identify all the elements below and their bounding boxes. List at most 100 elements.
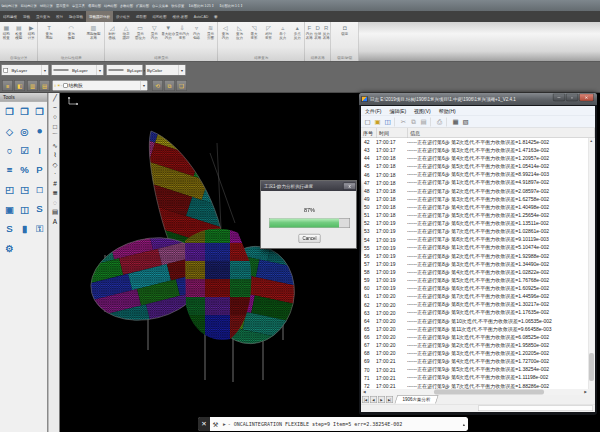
plotstyle-combo[interactable]: ByColor▼ — [145, 65, 186, 76]
palette-tool-2[interactable]: ❒ — [33, 105, 46, 118]
vstrip-tool-2[interactable]: ○ — [49, 112, 60, 122]
ribbon-button-2-1[interactable]: △动态 跟踪 — [119, 23, 133, 40]
layer-states-button[interactable]: ◧ — [14, 80, 25, 91]
vstrip-tool-8[interactable]: · — [49, 169, 60, 179]
ribbon-button-4-1[interactable]: D位移 表格 — [314, 23, 323, 40]
log-option2-icon[interactable]: ▧ — [461, 117, 470, 126]
menu-item-5[interactable]: 通用绘图 — [87, 3, 103, 8]
palette-tool-21[interactable]: ⚙ — [3, 242, 16, 255]
command-text[interactable]: - ONCALINTEGRATION_FLEXIBLE step=9 Item=… — [228, 421, 463, 427]
menu-item-0[interactable]: 钢结构计算 — [0, 3, 19, 8]
palette-tool-17[interactable]: S — [33, 203, 46, 216]
vstrip-tool-13[interactable]: A — [49, 217, 60, 227]
ribbon-tab-1[interactable]: 荷载 — [20, 11, 33, 22]
ribbon-button-2-0[interactable]: ◿时程 曲线 — [105, 23, 119, 40]
ribbon-button-0-2[interactable]: ▶结构 计算 — [25, 23, 38, 40]
palette-tool-8[interactable]: I — [33, 144, 46, 157]
ribbon-tab-0[interactable]: 结构建模 — [0, 11, 20, 22]
layer-isolate-button[interactable]: ▥ — [27, 80, 38, 91]
ribbon-button-3-4[interactable]: ▵单个 反力 — [276, 23, 290, 40]
menu-item-10[interactable]: 软件设置 — [170, 3, 186, 8]
ribbon-button-2-2[interactable]: ▭显示 面应力 — [133, 23, 147, 40]
log-menu-1[interactable]: 编辑(E) — [385, 107, 410, 114]
tab-next-button[interactable]: ▶ — [378, 396, 385, 403]
tab-first-button[interactable]: |◀ — [362, 396, 369, 403]
palette-tool-7[interactable]: ☑ — [18, 144, 31, 157]
vstrip-tool-0[interactable]: ╱ — [49, 93, 60, 103]
cut-icon[interactable]: ✂ — [399, 117, 408, 126]
tab-last-button[interactable]: ▶| — [386, 396, 393, 403]
ribbon-button-2-7[interactable]: ≋显示 云图 — [203, 23, 217, 40]
ribbon-button-1-0[interactable]: T查询 周期 — [38, 23, 60, 40]
menu-item-7[interactable]: 参数绘图 — [119, 3, 135, 8]
vstrip-tool-4[interactable]: ⌒ — [49, 131, 60, 141]
copy-icon[interactable]: ⧉ — [409, 117, 418, 126]
ribbon-button-1-1[interactable]: ◠查询 振型 — [60, 23, 82, 40]
lineweight-combo[interactable]: ByLayer▼ — [106, 65, 143, 76]
ribbon-button-4-2[interactable]: R反力 表格 — [322, 23, 331, 40]
vstrip-tool-5[interactable]: ∿ — [49, 141, 60, 151]
ribbon-button-5-0[interactable]: ◘锁定 — [331, 23, 359, 36]
tab-prev-button[interactable]: ◀ — [370, 396, 377, 403]
ribbon-button-3-1[interactable]: ◺查询 应力 — [232, 23, 246, 40]
palette-tool-10[interactable]: % — [18, 164, 31, 177]
command-close-button[interactable]: ✕ — [198, 417, 210, 431]
ribbon-button-4-0[interactable]: F内力 表格 — [305, 23, 314, 40]
menu-item-3[interactable]: 层与显示 — [55, 3, 71, 8]
vstrip-tool-7[interactable]: ◇ — [49, 160, 60, 170]
palette-tool-5[interactable]: ● — [33, 125, 46, 138]
ribbon-button-3-2[interactable]: ◹最大 变形 — [247, 23, 261, 40]
palette-tool-19[interactable]: ▮ — [18, 222, 31, 235]
dropdown-arrow-icon[interactable]: ▼ — [178, 65, 186, 75]
log-sheet-tab[interactable]: 1906方案分析 — [395, 396, 439, 404]
vstrip-tool-11[interactable]: ◌ — [49, 198, 60, 208]
log-menu-2[interactable]: 视图(V) — [410, 107, 435, 114]
wrench-icon[interactable]: ⚒ — [210, 420, 221, 428]
open-file-icon[interactable]: ▣ — [373, 117, 382, 126]
ribbon-button-3-5[interactable]: ▴多点 反力 — [290, 23, 304, 40]
ribbon-tab-10[interactable]: AutoCAD — [191, 11, 212, 22]
ribbon-tab-6[interactable]: 设计验算 — [113, 11, 133, 22]
minimize-button[interactable]: ─ — [553, 94, 565, 102]
ribbon-tab-5[interactable]: 荷载跟踪分析 — [86, 11, 113, 22]
vstrip-tool-9[interactable]: # — [49, 179, 60, 189]
log-column-2[interactable]: 信息 — [408, 128, 595, 138]
ribbon-button-0-0[interactable]: ▦结构 校查 — [0, 23, 13, 40]
ribbon-tab-3[interactable]: 校对 — [53, 11, 66, 22]
palette-tool-14[interactable]: □ — [33, 183, 46, 196]
log-vertical-scrollbar[interactable]: ▲ — [588, 138, 594, 389]
palette-tool-11[interactable]: P — [33, 164, 46, 177]
progress-dialog-titlebar[interactable]: 工况1-静力分析执行进度 x — [261, 181, 357, 191]
palette-tool-15[interactable]: ▣ — [3, 203, 16, 216]
palette-tool-0[interactable]: ❒ — [3, 105, 16, 118]
palette-tool-20[interactable]: ⚿ — [33, 222, 46, 235]
menu-item-12[interactable]: 【绘图比例 1:1 】 — [216, 3, 245, 8]
ribbon-tab-2[interactable]: 显示查询 — [33, 11, 53, 22]
layer-previous-button[interactable]: ⟲ — [152, 80, 163, 91]
maximize-button[interactable]: ▫ — [566, 94, 578, 102]
layer-walk-button[interactable]: ❏ — [176, 80, 187, 91]
ribbon-tab-8[interactable]: 结构绘图 — [150, 11, 170, 22]
menu-item-6[interactable]: 结构绘图 — [103, 3, 119, 8]
ribbon-tab-9[interactable]: 模块-发图 — [170, 11, 191, 22]
menu-item-4[interactable]: 审查工具 — [71, 3, 87, 8]
palette-tool-6[interactable]: ○ — [3, 144, 16, 157]
menu-item-11[interactable]: 【出图比例 1:25 】 — [186, 3, 217, 8]
ribbon-button-0-1[interactable]: ▤检查 模型 — [13, 23, 26, 40]
layer-match-button[interactable]: ⧉ — [164, 80, 175, 91]
ribbon-button-2-6[interactable]: ▿内力 包络 — [189, 23, 203, 40]
dropdown-arrow-icon[interactable]: ▼ — [140, 81, 148, 91]
palette-tool-12[interactable]: ◰ — [3, 183, 16, 196]
color-combo[interactable]: ByLayer▼ — [1, 65, 49, 76]
dropdown-arrow-icon[interactable]: ▼ — [96, 65, 104, 75]
cancel-button[interactable]: Cancel — [299, 234, 321, 243]
save-file-icon[interactable]: ◫ — [383, 117, 392, 126]
print-icon[interactable]: ⎙ — [435, 117, 444, 126]
paste-icon[interactable]: ▤ — [419, 117, 428, 126]
menu-item-9[interactable]: 自定义菜单 — [151, 3, 170, 8]
vstrip-tool-12[interactable]: ▤ — [49, 207, 60, 217]
menu-item-8[interactable]: 扩展绘图 — [135, 3, 151, 8]
log-menu-3[interactable]: 帮助(H) — [435, 107, 460, 114]
log-column-0[interactable]: 序号 — [361, 128, 377, 138]
ribbon-button-2-3[interactable]: ▽显示 内力 — [147, 23, 161, 40]
